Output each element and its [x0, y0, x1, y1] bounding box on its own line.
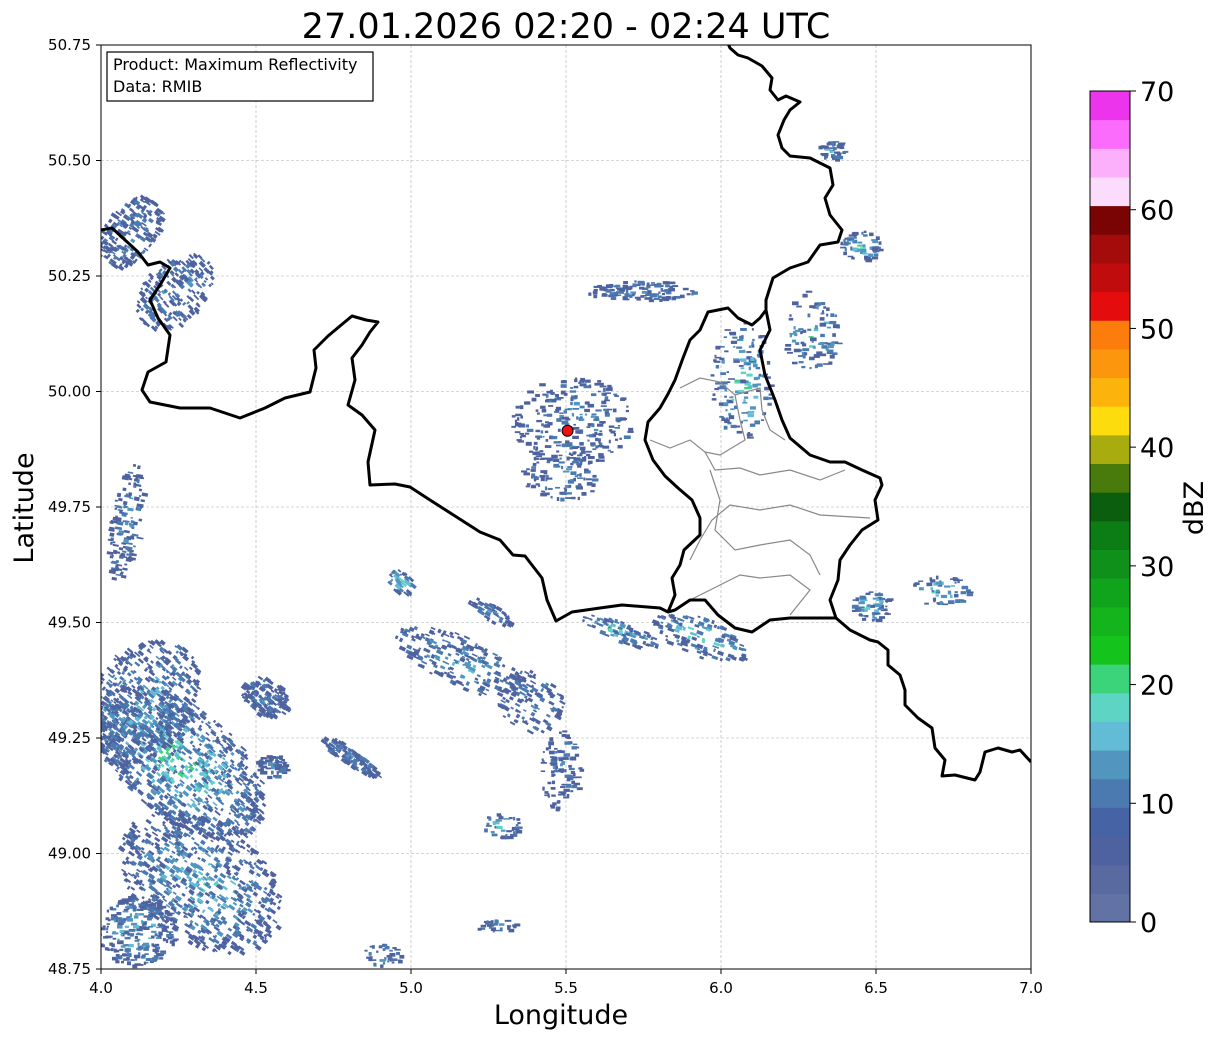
colorbar-segment: [1090, 262, 1130, 293]
colorbar-segment: [1090, 692, 1130, 722]
map-panel: Product: Maximum Reflectivity Data: RMIB: [100, 44, 1032, 970]
colorbar-segment: [1090, 434, 1130, 465]
colorbar-segment: [1090, 148, 1130, 178]
y-tick-label: 49.25: [48, 729, 91, 747]
y-tick-label: 49.00: [48, 845, 91, 863]
colorbar: [1089, 90, 1131, 923]
colorbar-segment: [1090, 578, 1130, 608]
colorbar-segment: [1090, 549, 1130, 579]
colorbar-label: dBZ: [1179, 481, 1210, 535]
colorbar-segment: [1090, 377, 1130, 407]
colorbar-tick-label: 70: [1140, 77, 1174, 108]
y-tick-label: 48.75: [48, 960, 91, 978]
x-tick-label: 6.5: [864, 979, 888, 997]
colorbar-tick-label: 10: [1140, 789, 1174, 820]
colorbar-segment: [1090, 205, 1130, 235]
colorbar-segment: [1090, 348, 1130, 379]
y-tick-label: 50.75: [48, 36, 91, 54]
colorbar-segment: [1090, 520, 1130, 550]
colorbar-tick-label: 50: [1140, 314, 1174, 345]
colorbar-segment: [1090, 320, 1130, 350]
colorbar-tick-label: 40: [1140, 433, 1174, 464]
y-tick-label: 49.75: [48, 498, 91, 516]
x-axis-label: Longitude: [494, 1000, 628, 1031]
colorbar-segment: [1090, 664, 1130, 694]
info-data-source: Data: RMIB: [113, 77, 202, 96]
colorbar-segment: [1090, 492, 1130, 522]
y-axis-ticks: 48.75 49.00 49.25 49.50 49.75 50.00 50.25 50.50…: [48, 36, 101, 978]
colorbar-segment: [1090, 463, 1130, 493]
radar-site-marker: [561, 424, 574, 437]
info-box: Product: Maximum Reflectivity Data: RMIB: [106, 51, 374, 102]
x-axis-ticks: 4.0 4.5 5.0 5.5 6.0 6.5 7.0: [89, 969, 1043, 997]
colorbar-segment: [1090, 119, 1130, 149]
colorbar-segment: [1090, 721, 1130, 751]
y-axis-label: Latitude: [9, 452, 40, 563]
colorbar-tick-label: 60: [1140, 196, 1174, 227]
colorbar-segment: [1090, 176, 1130, 207]
colorbar-segment: [1090, 406, 1130, 436]
colorbar-segment: [1090, 91, 1130, 121]
y-tick-label: 50.00: [48, 383, 91, 401]
x-tick-label: 7.0: [1019, 979, 1043, 997]
colorbar-segment: [1090, 836, 1130, 866]
y-tick-label: 50.25: [48, 267, 91, 285]
y-tick-label: 50.50: [48, 152, 91, 170]
radar-figure: 27.01.2026 02:20 - 02:24 UTC Product: Ma…: [9, 7, 1210, 1031]
figure-title: 27.01.2026 02:20 - 02:24 UTC: [302, 7, 831, 47]
x-tick-label: 4.0: [89, 979, 113, 997]
colorbar-segment: [1090, 807, 1130, 837]
x-tick-label: 6.0: [709, 979, 733, 997]
x-tick-label: 5.0: [399, 979, 423, 997]
colorbar-segment: [1090, 893, 1130, 923]
colorbar-tick-label: 30: [1140, 552, 1174, 583]
colorbar-tick-label: 0: [1140, 908, 1157, 939]
x-tick-label: 4.5: [244, 979, 268, 997]
colorbar-segment: [1090, 750, 1130, 780]
colorbar-segment: [1090, 606, 1130, 636]
info-product: Product: Maximum Reflectivity: [113, 55, 357, 74]
colorbar-segment: [1090, 291, 1130, 321]
x-tick-label: 5.5: [554, 979, 578, 997]
colorbar-tick-label: 20: [1140, 671, 1174, 702]
colorbar-ticks: 0 10 20 30 40 50 60 70: [1130, 77, 1174, 939]
colorbar-segment: [1090, 864, 1130, 894]
colorbar-segment: [1090, 778, 1130, 808]
colorbar-segment: [1090, 234, 1130, 264]
y-tick-label: 49.50: [48, 614, 91, 632]
colorbar-segment: [1090, 635, 1130, 665]
